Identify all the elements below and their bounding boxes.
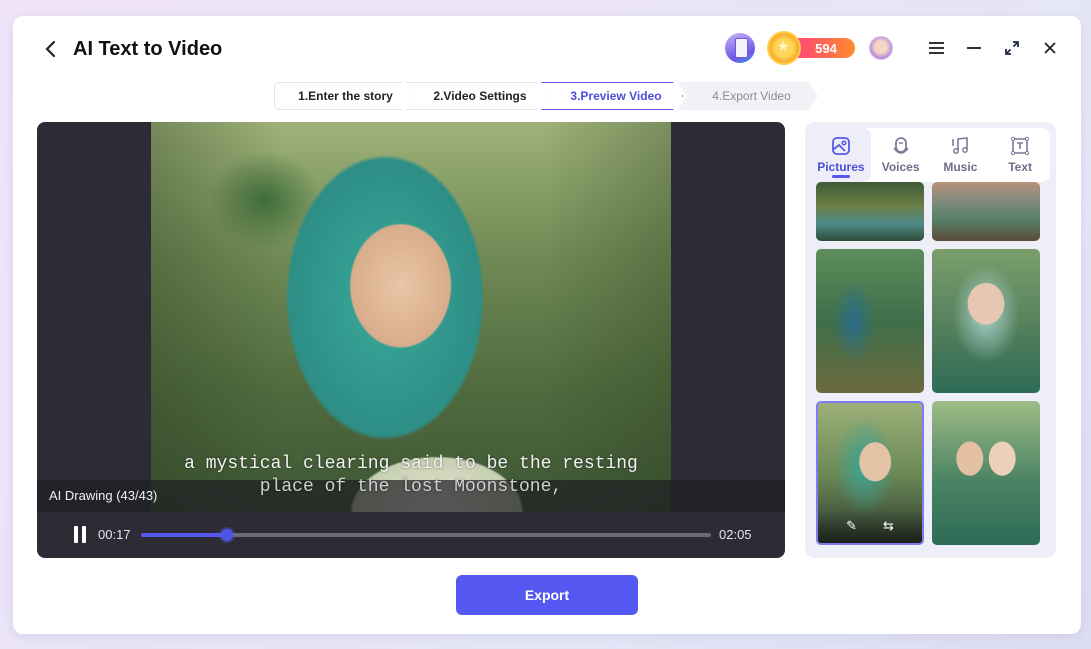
coin-balance[interactable]: 594 bbox=[769, 33, 855, 63]
seek-bar[interactable] bbox=[141, 529, 711, 541]
tab-text[interactable]: Text bbox=[990, 128, 1050, 182]
ai-drawing-counter: AI Drawing (43/43) bbox=[49, 488, 158, 503]
video-player[interactable]: AI Drawing (43/43) a mystical clearing s… bbox=[37, 122, 785, 558]
chevron-left-icon bbox=[45, 40, 56, 58]
seek-progress bbox=[141, 533, 227, 537]
menu-button[interactable] bbox=[925, 37, 947, 59]
app-window: AI Text to Video 594 1.Enter the story 2… bbox=[13, 16, 1081, 634]
step-indicator: 1.Enter the story 2.Video Settings 3.Pre… bbox=[274, 82, 812, 110]
picture-icon bbox=[831, 137, 850, 155]
edit-icon[interactable]: ✎ bbox=[846, 518, 857, 534]
swap-icon[interactable]: ⇆ bbox=[883, 518, 894, 534]
picture-thumbnail[interactable] bbox=[932, 401, 1040, 545]
maximize-button[interactable] bbox=[1001, 37, 1023, 59]
picture-thumbnail[interactable] bbox=[932, 182, 1040, 241]
player-controls: 00:17 02:05 bbox=[37, 512, 785, 558]
picture-thumbnail[interactable] bbox=[816, 249, 924, 393]
step-export-video: 4.Export Video bbox=[677, 82, 818, 110]
medal-icon bbox=[769, 33, 799, 63]
tab-pictures-label: Pictures bbox=[817, 160, 865, 174]
step-video-settings[interactable]: 2.Video Settings bbox=[405, 82, 547, 110]
tab-music[interactable]: Music bbox=[931, 128, 991, 182]
total-time: 02:05 bbox=[719, 527, 752, 542]
subtitle-line-1: a mystical clearing said to be the resti… bbox=[184, 454, 638, 474]
text-box-icon bbox=[1011, 136, 1030, 156]
picture-thumbnail[interactable] bbox=[816, 182, 924, 241]
step-preview-video[interactable]: 3.Preview Video bbox=[541, 82, 683, 110]
media-tabs: Pictures Voices Music Text bbox=[811, 128, 1050, 182]
header-toolbar: 594 bbox=[725, 33, 1061, 63]
picture-thumbnail-selected[interactable]: ✎ ⇆ bbox=[816, 401, 924, 545]
microphone-icon bbox=[892, 137, 909, 154]
hamburger-icon bbox=[928, 42, 944, 54]
tab-text-label: Text bbox=[1008, 160, 1033, 174]
export-button[interactable]: Export bbox=[456, 575, 638, 615]
close-icon bbox=[1044, 42, 1056, 54]
current-time: 00:17 bbox=[98, 527, 131, 542]
media-panel: Pictures Voices Music Text ✎ ⇆ bbox=[805, 122, 1056, 558]
picture-thumbnail[interactable] bbox=[932, 249, 1040, 393]
avatar[interactable] bbox=[869, 36, 893, 60]
step-enter-story[interactable]: 1.Enter the story bbox=[274, 82, 411, 110]
pause-button[interactable] bbox=[73, 526, 87, 543]
minimize-icon bbox=[967, 47, 981, 49]
tab-music-label: Music bbox=[943, 160, 978, 174]
close-button[interactable] bbox=[1039, 37, 1061, 59]
tab-voices-label: Voices bbox=[881, 160, 920, 174]
subtitle-line-2: place of the lost Moonstone, bbox=[259, 477, 563, 497]
thumbnail-actions: ✎ ⇆ bbox=[818, 509, 922, 543]
tab-pictures[interactable]: Pictures bbox=[811, 128, 871, 182]
page-title: AI Text to Video bbox=[73, 38, 223, 60]
seek-handle[interactable] bbox=[220, 529, 233, 541]
promo-phone-icon[interactable] bbox=[725, 33, 755, 63]
tab-voices[interactable]: Voices bbox=[871, 128, 931, 182]
minimize-button[interactable] bbox=[963, 37, 985, 59]
music-note-icon bbox=[952, 137, 969, 154]
expand-icon bbox=[1005, 41, 1019, 55]
back-button[interactable] bbox=[41, 38, 61, 60]
